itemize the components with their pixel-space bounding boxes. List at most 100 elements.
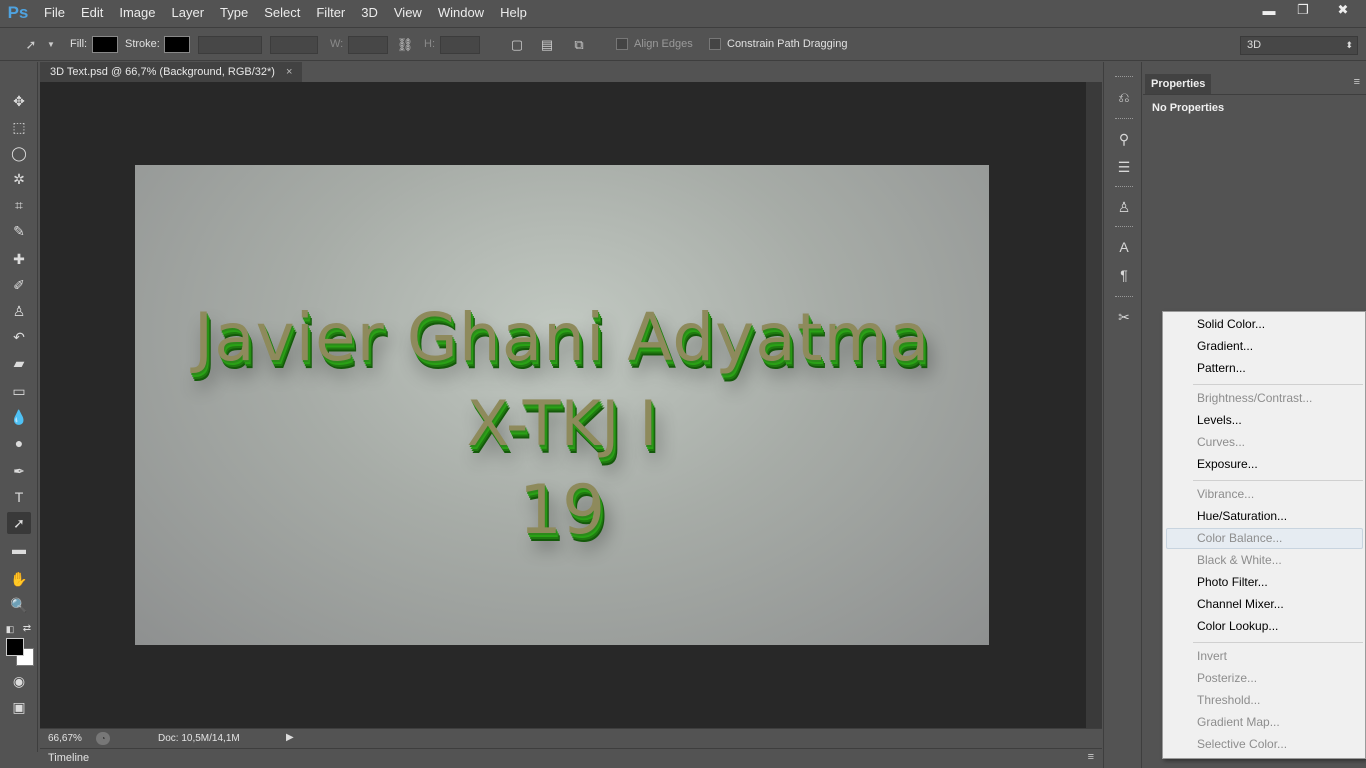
menu-item-vibrance[interactable]: Vibrance... <box>1197 484 1254 504</box>
menu-item-color-lookup[interactable]: Color Lookup... <box>1197 616 1278 636</box>
history-panel-icon[interactable]: ⎌ <box>1113 86 1135 108</box>
menu-select[interactable]: Select <box>256 0 308 26</box>
swap-colors-icon[interactable]: ⇄ <box>20 618 34 640</box>
menu-layer[interactable]: Layer <box>164 0 213 26</box>
menu-item-gradient-map[interactable]: Gradient Map... <box>1197 712 1280 732</box>
crop-tool-icon[interactable]: ⌗ <box>7 194 31 216</box>
type-tool-icon[interactable]: T <box>7 486 31 508</box>
fill-swatch[interactable] <box>92 36 118 53</box>
marquee-tool-icon[interactable]: ⬚ <box>7 116 31 138</box>
pen-tool-icon[interactable]: ✒ <box>7 460 31 482</box>
properties-tab[interactable]: Properties <box>1145 74 1212 94</box>
constrain-path-checkbox[interactable] <box>709 38 721 50</box>
clone-source-icon[interactable]: ♙ <box>1113 196 1135 218</box>
brush-panel-icon[interactable]: ⚲ <box>1113 128 1135 150</box>
menu-item-invert[interactable]: Invert <box>1197 646 1227 666</box>
lasso-tool-icon[interactable]: ◯ <box>7 142 31 164</box>
document-image[interactable]: Javier Ghani Adyatma X-TKJ I 19 <box>135 165 989 645</box>
paragraph-panel-icon[interactable]: ¶ <box>1113 264 1135 286</box>
path-alignment-icon[interactable]: ▤ <box>538 36 556 54</box>
workspace-select[interactable]: 3D ⬍ <box>1240 36 1358 55</box>
zoom-tool-icon[interactable]: 🔍 <box>7 594 31 616</box>
path-selection-tool-icon[interactable]: ➚ <box>7 512 31 534</box>
screen-mode-icon[interactable]: ▣ <box>7 696 31 718</box>
menu-item-gradient[interactable]: Gradient... <box>1197 336 1253 356</box>
quick-mask-icon[interactable]: ◉ <box>7 670 31 692</box>
menu-item-channel-mixer[interactable]: Channel Mixer... <box>1197 594 1284 614</box>
menu-image[interactable]: Image <box>111 0 163 26</box>
menu-item-exposure[interactable]: Exposure... <box>1197 454 1258 474</box>
eyedropper-tool-icon[interactable]: ✎ <box>7 220 31 242</box>
align-edges-checkbox[interactable] <box>616 38 628 50</box>
brush-presets-icon[interactable]: ☰ <box>1113 156 1135 178</box>
dock-grip[interactable] <box>1115 76 1133 78</box>
brush-tool-icon[interactable]: ✐ <box>7 274 31 296</box>
magic-wand-tool-icon[interactable]: ✲ <box>7 168 31 190</box>
menu-item-selective-color[interactable]: Selective Color... <box>1197 734 1287 754</box>
stroke-width-field[interactable] <box>198 36 262 54</box>
foreground-color-swatch[interactable] <box>6 638 24 656</box>
dock-grip[interactable] <box>1115 296 1133 298</box>
doc-size: Doc: 10,5M/14,1M <box>158 733 240 744</box>
timeline-tab[interactable]: Timeline <box>48 752 89 764</box>
timeline-menu-icon[interactable]: ≡ <box>1088 751 1094 763</box>
menu-item-brightness-contrast[interactable]: Brightness/Contrast... <box>1197 388 1312 408</box>
tool-preset-dropdown-icon[interactable]: ▼ <box>42 36 60 54</box>
link-icon[interactable]: ⛓ <box>396 36 414 54</box>
menu-file[interactable]: File <box>36 0 73 26</box>
stroke-swatch[interactable] <box>164 36 190 53</box>
menu-3d[interactable]: 3D <box>353 0 386 26</box>
menu-item-photo-filter[interactable]: Photo Filter... <box>1197 572 1268 592</box>
healing-brush-tool-icon[interactable]: ✚ <box>7 248 31 270</box>
gradient-tool-icon[interactable]: ▭ <box>7 380 31 402</box>
direct-selection-tool-preset-icon[interactable]: ➚ <box>22 36 40 54</box>
path-arrangement-icon[interactable]: ⧉ <box>570 36 588 54</box>
height-field[interactable] <box>440 36 480 54</box>
align-edges-label: Align Edges <box>634 38 693 50</box>
menu-item-black-white[interactable]: Black & White... <box>1197 550 1282 570</box>
minimize-button[interactable]: ▬ <box>1252 0 1286 20</box>
menu-window[interactable]: Window <box>430 0 492 26</box>
rectangle-tool-icon[interactable]: ▬ <box>7 538 31 560</box>
dock-grip[interactable] <box>1115 226 1133 228</box>
menu-item-levels[interactable]: Levels... <box>1197 410 1242 430</box>
clone-stamp-tool-icon[interactable]: ♙ <box>7 300 31 322</box>
document-tab[interactable]: 3D Text.psd @ 66,7% (Background, RGB/32*… <box>40 62 303 82</box>
stroke-type-dropdown[interactable] <box>270 36 318 54</box>
menu-item-hue-saturation[interactable]: Hue/Saturation... <box>1197 506 1287 526</box>
menu-item-pattern[interactable]: Pattern... <box>1197 358 1246 378</box>
default-colors-icon[interactable]: ◧ <box>3 618 17 640</box>
dodge-tool-icon[interactable]: ● <box>7 432 31 454</box>
document-close-icon[interactable]: × <box>286 66 292 78</box>
menu-item-curves[interactable]: Curves... <box>1197 432 1245 452</box>
menu-item-posterize[interactable]: Posterize... <box>1197 668 1257 688</box>
menu-type[interactable]: Type <box>212 0 256 26</box>
restore-button[interactable]: ❐ <box>1286 0 1320 20</box>
menu-filter[interactable]: Filter <box>308 0 353 26</box>
width-field[interactable] <box>348 36 388 54</box>
menu-item-threshold[interactable]: Threshold... <box>1197 690 1260 710</box>
close-button[interactable]: ✖ <box>1320 0 1366 20</box>
tool-presets-icon[interactable]: ✂ <box>1113 306 1135 328</box>
menu-item-solid-color[interactable]: Solid Color... <box>1197 314 1265 334</box>
eraser-tool-icon[interactable]: ▰ <box>7 352 31 374</box>
vertical-scrollbar[interactable] <box>1086 82 1102 728</box>
menu-view[interactable]: View <box>386 0 430 26</box>
path-operations-icon[interactable]: ▢ <box>508 36 526 54</box>
zoom-level[interactable]: 66,67% <box>48 733 82 744</box>
history-brush-tool-icon[interactable]: ↶ <box>7 326 31 348</box>
status-menu-arrow-icon[interactable]: ▶ <box>286 732 294 743</box>
properties-menu-icon[interactable]: ≡ <box>1354 76 1360 88</box>
character-panel-icon[interactable]: A <box>1113 236 1135 258</box>
hand-tool-icon[interactable]: ✋ <box>7 568 31 590</box>
blur-tool-icon[interactable]: 💧 <box>7 406 31 428</box>
move-tool-icon[interactable]: ✥ <box>7 90 31 112</box>
dock-grip[interactable] <box>1115 186 1133 188</box>
menu-edit[interactable]: Edit <box>73 0 111 26</box>
dock-grip[interactable] <box>1115 118 1133 120</box>
menu-help[interactable]: Help <box>492 0 535 26</box>
width-label: W: <box>330 38 344 50</box>
status-info-icon[interactable]: ◔ <box>96 732 110 745</box>
menu-item-color-balance[interactable]: Color Balance... <box>1197 528 1282 548</box>
menu-separator <box>1193 480 1363 481</box>
